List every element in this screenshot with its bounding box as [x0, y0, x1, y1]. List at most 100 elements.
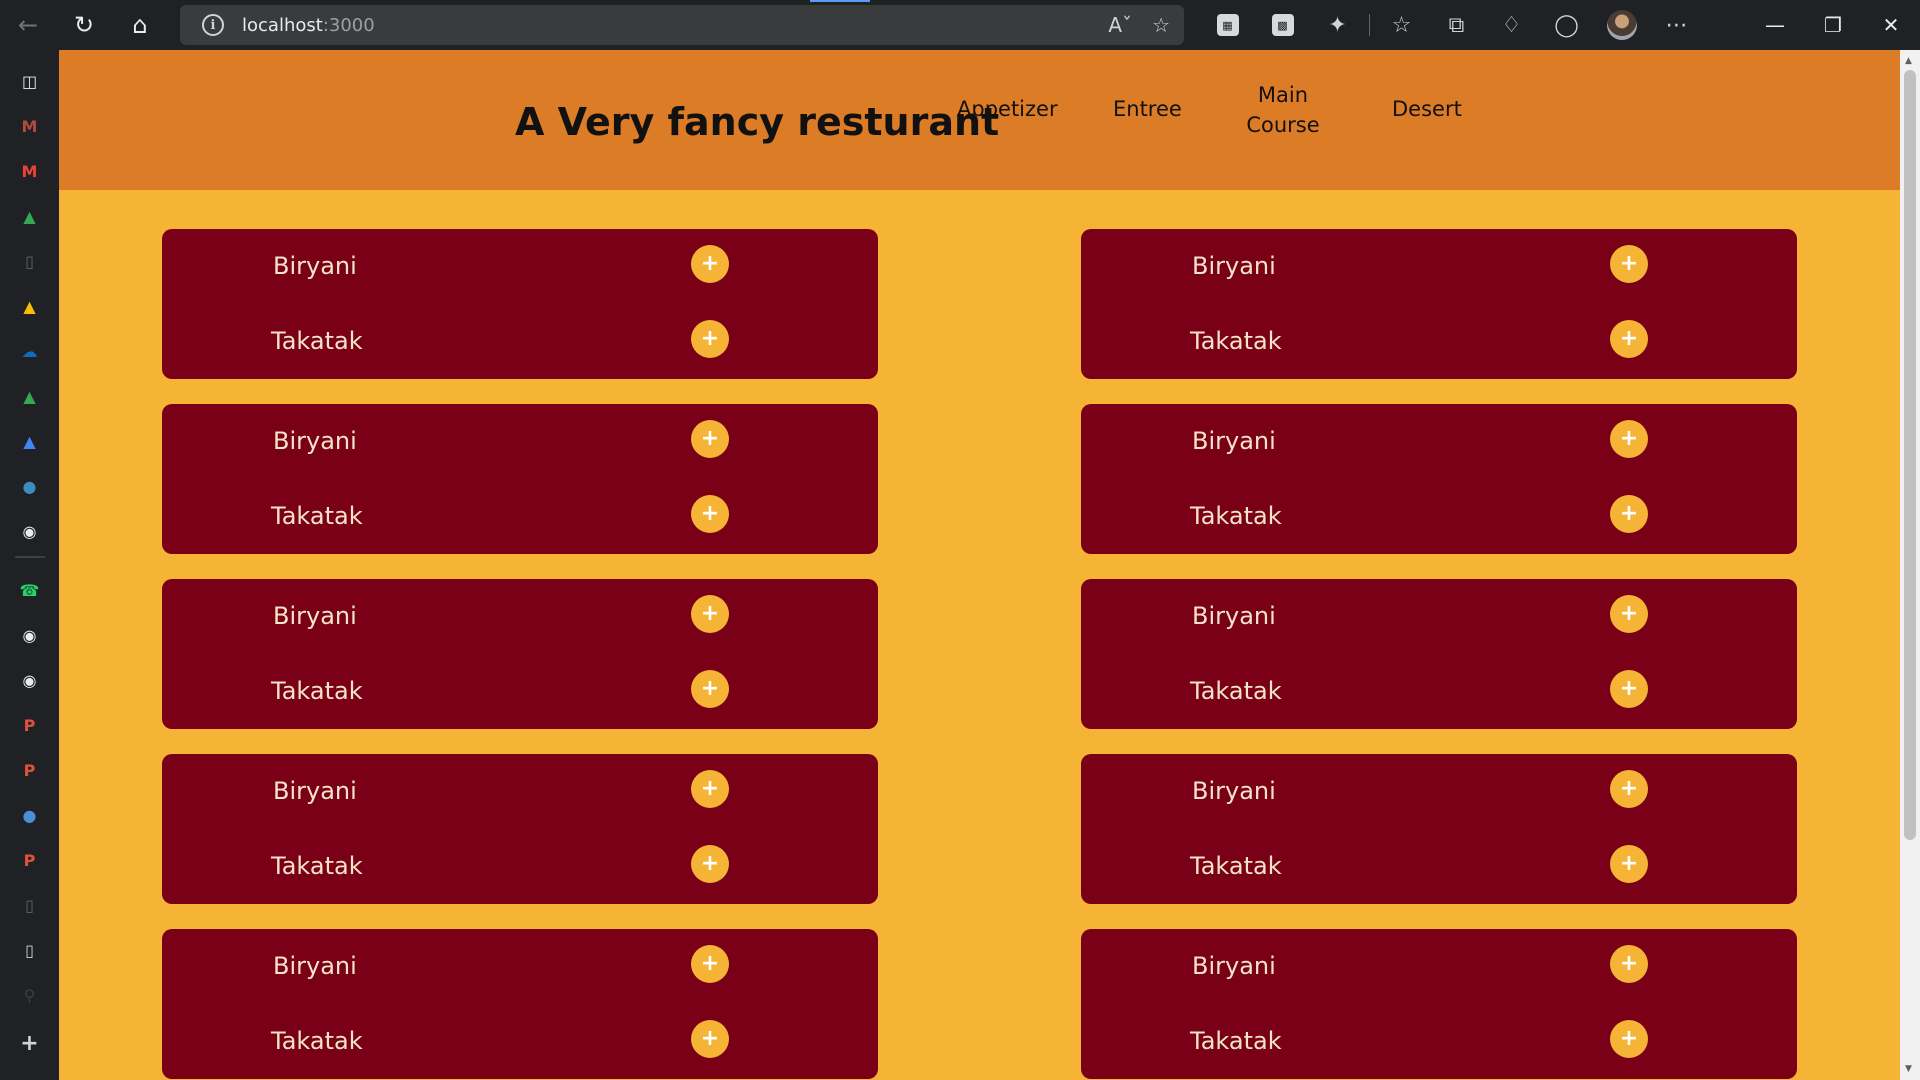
menu-item-name: Takatak [271, 502, 363, 530]
menu-item-name: Biryani [273, 427, 357, 455]
add-item-button[interactable]: + [1610, 495, 1648, 533]
add-item-button[interactable]: + [1610, 595, 1648, 633]
powerpoint-icon[interactable]: P [17, 847, 43, 873]
onedrive-icon[interactable]: ☁ [17, 338, 43, 364]
menu-card: Biryani + Takatak + [162, 754, 878, 904]
restore-icon[interactable]: ❐ [1804, 0, 1862, 50]
whatsapp-icon[interactable]: ☎ [17, 577, 43, 603]
menu-item-name: Takatak [1190, 327, 1282, 355]
gmail-icon[interactable]: M [17, 158, 43, 184]
menu-card: Biryani + Takatak + [1081, 754, 1797, 904]
menu-item-name: Takatak [271, 1027, 363, 1055]
add-favorite-icon[interactable]: ☆ [1152, 13, 1170, 37]
github-icon[interactable]: ◉ [17, 667, 43, 693]
gmail-icon[interactable]: M [17, 113, 43, 139]
scroll-down-icon[interactable]: ▼ [1905, 1064, 1912, 1074]
tab-indicator [810, 0, 870, 2]
powerpoint-icon[interactable]: P [17, 712, 43, 738]
rewards-icon[interactable]: ♢ [1484, 0, 1539, 50]
back-icon[interactable]: ← [0, 0, 56, 50]
add-item-button[interactable]: + [691, 670, 729, 708]
github-icon[interactable]: ◉ [17, 622, 43, 648]
home-icon[interactable]: ⌂ [112, 0, 168, 50]
extension-br-icon[interactable]: ▩ [1255, 0, 1310, 50]
favorites-icon[interactable]: ☆ [1374, 0, 1429, 50]
refresh-icon[interactable]: ↻ [56, 0, 112, 50]
more-options-icon[interactable]: ⋯ [1649, 0, 1704, 50]
web-app-icon[interactable]: ● [17, 802, 43, 828]
menu-card: Biryani + Takatak + [162, 929, 878, 1079]
drive-icon[interactable]: ▲ [17, 203, 43, 229]
add-item-button[interactable]: + [691, 770, 729, 808]
web-app-icon[interactable]: ● [17, 473, 43, 499]
document-icon[interactable]: ▯ [17, 892, 43, 918]
toolbar-divider [1369, 14, 1370, 36]
menu-item-name: Takatak [271, 677, 363, 705]
menu-item-name: Takatak [1190, 852, 1282, 880]
menu-item-name: Biryani [1192, 252, 1276, 280]
sidebar-divider [14, 556, 45, 558]
read-aloud-icon[interactable]: Aˇ [1108, 13, 1132, 37]
tab-actions-icon[interactable]: ◫ [17, 68, 43, 94]
profile-avatar[interactable] [1594, 0, 1649, 50]
add-item-button[interactable]: + [691, 245, 729, 283]
menu-item-name: Takatak [1190, 1027, 1282, 1055]
url-port: :3000 [322, 14, 375, 36]
drive-icon[interactable]: ▲ [17, 293, 43, 319]
menu-card: Biryani + Takatak + [1081, 229, 1797, 379]
page-scrollbar[interactable]: ▲ ▼ [1900, 50, 1920, 1080]
powerpoint-icon[interactable]: P [17, 757, 43, 783]
add-item-button[interactable]: + [1610, 1020, 1648, 1058]
browser-sidebar: ◫ M M ▲ ▯ ▲ ☁ ▲ ▲ ● ◉ ☎ ◉ ◉ P P ● P ▯ ▯ … [0, 50, 59, 1080]
menu-item-name: Takatak [271, 327, 363, 355]
drive-icon[interactable]: ▲ [17, 383, 43, 409]
info-icon[interactable]: i [202, 14, 224, 36]
minimize-icon[interactable]: — [1746, 0, 1804, 50]
menu-item-name: Takatak [1190, 502, 1282, 530]
document-icon[interactable]: ▯ [17, 248, 43, 274]
add-item-button[interactable]: + [1610, 670, 1648, 708]
add-item-button[interactable]: + [691, 845, 729, 883]
menu-item-name: Biryani [273, 952, 357, 980]
collections-icon[interactable]: ⧉ [1429, 0, 1484, 50]
nav-appetizer[interactable]: Appetizer [957, 94, 1058, 124]
menu-card: Biryani + Takatak + [162, 404, 878, 554]
menu-item-name: Takatak [1190, 677, 1282, 705]
drive-icon[interactable]: ▲ [17, 428, 43, 454]
page-viewport: A Very fancy resturant Appetizer Entree … [59, 50, 1900, 1080]
add-item-button[interactable]: + [691, 595, 729, 633]
add-item-button[interactable]: + [1610, 320, 1648, 358]
add-item-button[interactable]: + [1610, 770, 1648, 808]
extension-icon[interactable]: ▦ [1200, 0, 1255, 50]
nav-desert[interactable]: Desert [1392, 94, 1462, 124]
add-item-button[interactable]: + [1610, 945, 1648, 983]
nav-main-course[interactable]: Main Course [1239, 80, 1327, 140]
nav-entree[interactable]: Entree [1113, 94, 1182, 124]
add-item-button[interactable]: + [691, 320, 729, 358]
add-sidebar-app-icon[interactable]: + [17, 1030, 43, 1056]
document-icon[interactable]: ▯ [17, 937, 43, 963]
github-icon[interactable]: ◉ [17, 518, 43, 544]
scroll-thumb[interactable] [1904, 70, 1916, 840]
menu-item-name: Biryani [273, 777, 357, 805]
search-icon[interactable]: ⚲ [17, 982, 43, 1008]
menu-card: Biryani + Takatak + [162, 229, 878, 379]
address-bar[interactable]: i localhost:3000 Aˇ ☆ [180, 5, 1184, 45]
menu-item-name: Biryani [1192, 777, 1276, 805]
menu-card: Biryani + Takatak + [1081, 579, 1797, 729]
add-item-button[interactable]: + [691, 1020, 729, 1058]
add-item-button[interactable]: + [691, 495, 729, 533]
close-icon[interactable]: ✕ [1862, 0, 1920, 50]
add-item-button[interactable]: + [1610, 245, 1648, 283]
extensions-puzzle-icon[interactable]: ✦ [1310, 0, 1365, 50]
browser-essentials-icon[interactable]: ◯ [1539, 0, 1594, 50]
menu-item-name: Biryani [1192, 427, 1276, 455]
add-item-button[interactable]: + [1610, 845, 1648, 883]
add-item-button[interactable]: + [691, 945, 729, 983]
menu-item-name: Takatak [271, 852, 363, 880]
menu-card: Biryani + Takatak + [1081, 929, 1797, 1079]
add-item-button[interactable]: + [691, 420, 729, 458]
scroll-up-icon[interactable]: ▲ [1905, 56, 1912, 66]
menu-card: Biryani + Takatak + [162, 579, 878, 729]
add-item-button[interactable]: + [1610, 420, 1648, 458]
